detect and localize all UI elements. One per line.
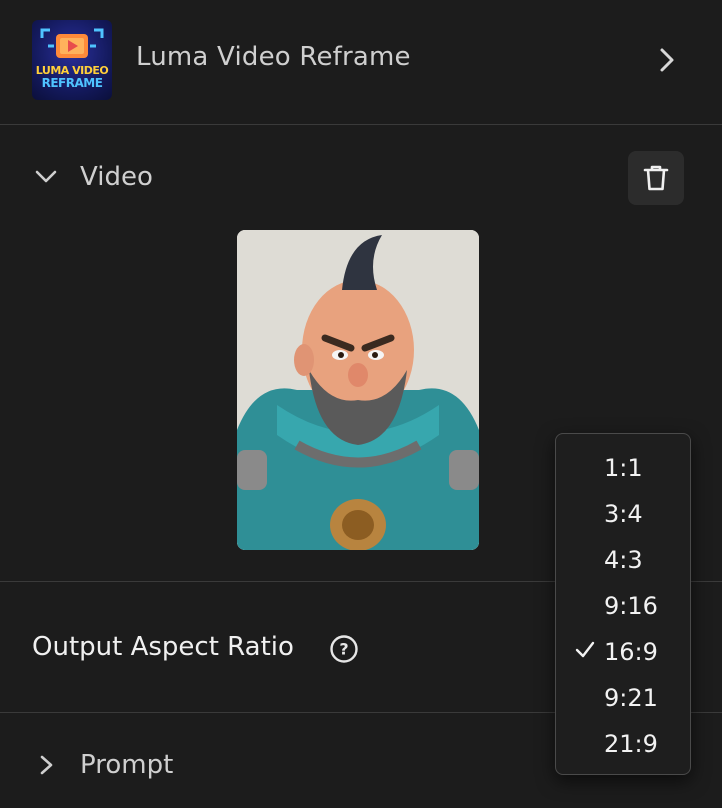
- node-title: Luma Video Reframe: [136, 42, 411, 72]
- aspect-option[interactable]: 4:3: [556, 536, 690, 582]
- delete-video-button[interactable]: [628, 151, 684, 205]
- aspect-option-label: 21:9: [604, 730, 658, 758]
- aspect-option-label: 9:21: [604, 684, 658, 712]
- prompt-section-label: Prompt: [80, 750, 174, 780]
- node-panel: LUMA VIDEO REFRAME Luma Video Reframe Vi…: [0, 0, 722, 808]
- video-section-label: Video: [80, 162, 153, 192]
- chevron-right-icon: [40, 755, 53, 775]
- aspect-option[interactable]: 1:1: [556, 444, 690, 490]
- aspect-option[interactable]: 9:21: [556, 674, 690, 720]
- prompt-section-toggle[interactable]: Prompt: [32, 748, 173, 782]
- output-aspect-ratio-label: Output Aspect Ratio: [32, 632, 294, 662]
- node-header[interactable]: LUMA VIDEO REFRAME Luma Video Reframe: [0, 0, 722, 125]
- help-button[interactable]: ?: [329, 634, 359, 664]
- aspect-ratio-dropdown[interactable]: 1:1 3:4 4:3 9:16 16:9 9:21 21:9: [555, 433, 691, 775]
- thumbnail-image: [237, 230, 479, 550]
- aspect-option-label: 9:16: [604, 592, 658, 620]
- open-node-button[interactable]: [652, 44, 682, 76]
- aspect-option[interactable]: 3:4: [556, 490, 690, 536]
- chevron-down-icon: [35, 170, 57, 183]
- aspect-option[interactable]: 9:16: [556, 582, 690, 628]
- video-thumbnail[interactable]: [237, 230, 479, 550]
- check-icon: [575, 641, 595, 658]
- app-logo: LUMA VIDEO REFRAME: [32, 20, 112, 100]
- svg-text:?: ?: [339, 640, 348, 659]
- video-section-toggle[interactable]: Video: [32, 161, 153, 193]
- aspect-option-label: 4:3: [604, 546, 643, 574]
- trash-icon: [643, 165, 669, 191]
- aspect-option-label: 1:1: [604, 454, 643, 482]
- aspect-option-label: 3:4: [604, 500, 643, 528]
- question-icon: ?: [330, 635, 358, 663]
- aspect-option-label: 16:9: [604, 638, 658, 666]
- chevron-right-icon: [660, 48, 674, 72]
- aspect-option-selected[interactable]: 16:9: [556, 628, 690, 674]
- aspect-option[interactable]: 21:9: [556, 720, 690, 766]
- logo-line-2: REFRAME: [41, 76, 103, 90]
